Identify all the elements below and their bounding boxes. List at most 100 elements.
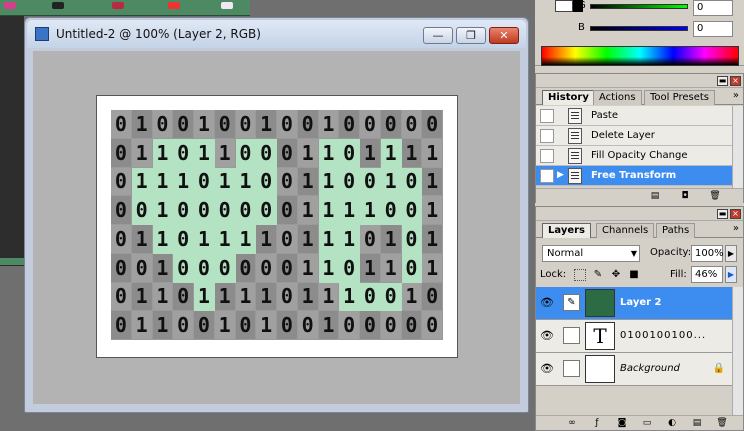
snapshot-source-box[interactable] xyxy=(540,109,554,123)
blend-mode-select[interactable]: Normal ▼ xyxy=(542,245,640,262)
fill-field[interactable]: 46% xyxy=(691,266,723,283)
lock-image-brush-icon[interactable]: ✎ xyxy=(592,269,604,281)
binary-digit-cell: 1 xyxy=(360,138,381,168)
history-item[interactable]: Fill Opacity Change xyxy=(536,146,733,166)
binary-digit-cell: 0 xyxy=(214,253,236,283)
opacity-field[interactable]: 100% xyxy=(691,245,724,262)
panel-menu-icon[interactable]: » xyxy=(733,90,739,101)
panel-minimize-icon[interactable]: ▬ xyxy=(717,209,728,219)
layer-style-icon[interactable]: ƒ xyxy=(591,418,603,428)
panel-close-icon[interactable]: × xyxy=(730,209,741,219)
link-layers-icon[interactable]: ∞ xyxy=(566,418,578,428)
panel-close-icon[interactable]: × xyxy=(730,76,741,86)
tab-history[interactable]: History xyxy=(542,90,595,105)
canvas-area[interactable]: 0100100100100000011011000110111101110110… xyxy=(33,51,520,404)
fill-slider-button[interactable]: ▶ xyxy=(725,266,737,283)
tab-actions[interactable]: Actions xyxy=(593,90,642,105)
binary-digit-cell: 0 xyxy=(131,196,153,225)
trash-icon[interactable]: 🗑 xyxy=(716,418,728,428)
close-button[interactable]: ✕ xyxy=(489,27,519,44)
adjustment-layer-icon[interactable]: ◐ xyxy=(666,418,678,428)
trash-icon[interactable]: 🗑 xyxy=(709,191,721,201)
eye-icon[interactable]: 👁 xyxy=(540,329,554,342)
binary-digit-cell: 1 xyxy=(422,253,443,283)
link-box[interactable] xyxy=(563,360,580,377)
layer-thumbnail xyxy=(585,355,615,383)
binary-digit-cell: 1 xyxy=(297,282,319,312)
lock-position-icon[interactable]: ✥ xyxy=(610,269,622,281)
binary-digit-cell: 0 xyxy=(194,311,215,340)
panel-header: ▬ × xyxy=(536,74,743,88)
blue-slider[interactable] xyxy=(590,26,688,31)
binary-digit-cell: 1 xyxy=(214,282,236,312)
green-value-field[interactable]: 0 xyxy=(693,0,733,16)
new-group-icon[interactable]: ▭ xyxy=(641,418,653,428)
binary-digit-cell: 1 xyxy=(214,311,236,340)
opacity-slider-button[interactable]: ▶ xyxy=(725,245,737,262)
binary-digit-cell: 0 xyxy=(131,253,153,283)
layers-footer: ∞ ƒ ◙ ▭ ◐ ▤ 🗑 xyxy=(536,415,743,430)
snapshot-source-box[interactable] xyxy=(540,169,554,183)
layer-name[interactable]: 0100100100... xyxy=(620,330,706,341)
panel-minimize-icon[interactable]: ▬ xyxy=(717,76,728,86)
eye-icon[interactable]: 👁 xyxy=(540,296,554,309)
layer-row[interactable]: 👁 ✎ Layer 2 xyxy=(536,287,733,320)
restore-button[interactable]: ❐ xyxy=(456,27,486,44)
binary-digit-cell: 0 xyxy=(256,138,277,168)
history-item-selected[interactable]: ▶ Free Transform xyxy=(536,166,733,186)
layer-row[interactable]: 👁 Background 🔒 xyxy=(536,353,733,386)
binary-digit-cell: 1 xyxy=(194,282,215,312)
binary-digit-cell: 0 xyxy=(173,138,194,168)
new-snapshot-icon[interactable]: ◘ xyxy=(679,191,691,201)
snapshot-source-box[interactable] xyxy=(540,129,554,143)
lock-all-icon[interactable]: ■ xyxy=(628,269,640,281)
binary-digit-cell: 1 xyxy=(297,167,319,197)
green-slider[interactable] xyxy=(590,4,688,9)
history-item[interactable]: Paste xyxy=(536,106,733,126)
binary-digit-cell: 0 xyxy=(360,311,381,340)
snapshot-source-box[interactable] xyxy=(540,149,554,163)
panel-menu-icon[interactable]: » xyxy=(733,223,739,234)
document-canvas[interactable]: 0100100100100000011011000110111101110110… xyxy=(96,95,458,358)
binary-digit-cell: 1 xyxy=(422,167,443,197)
eye-icon[interactable]: 👁 xyxy=(540,362,554,375)
layer-row[interactable]: 👁 T 0100100100... xyxy=(536,320,733,353)
binary-digit-cell: 0 xyxy=(277,311,298,340)
binary-digit-cell: 0 xyxy=(422,110,443,139)
new-layer-icon[interactable]: ▤ xyxy=(691,418,703,428)
color-spectrum-bar[interactable] xyxy=(541,46,739,66)
layers-scrollbar[interactable] xyxy=(732,287,743,415)
binary-digit-cell: 0 xyxy=(256,196,277,225)
brush-link-icon[interactable]: ✎ xyxy=(563,294,580,311)
layer-name[interactable]: Layer 2 xyxy=(620,297,661,308)
tab-paths[interactable]: Paths xyxy=(656,223,696,238)
binary-digit-cell: 0 xyxy=(111,282,132,312)
tab-tool-presets[interactable]: Tool Presets xyxy=(644,90,715,105)
lock-transparency-icon[interactable] xyxy=(574,269,586,281)
document-window[interactable]: Untitled-2 @ 100% (Layer 2, RGB) — ❐ ✕ 0… xyxy=(24,17,529,413)
history-item[interactable]: Delete Layer xyxy=(536,126,733,146)
tab-layers[interactable]: Layers xyxy=(542,223,591,238)
binary-digit-cell: 0 xyxy=(339,253,360,283)
tab-channels[interactable]: Channels xyxy=(596,223,655,238)
link-box[interactable] xyxy=(563,327,580,344)
binary-digit-cell: 0 xyxy=(339,138,360,168)
minimize-button[interactable]: — xyxy=(423,27,453,44)
history-state-icon xyxy=(568,108,582,124)
binary-digit-cell: 0 xyxy=(111,253,132,283)
layer-mask-icon[interactable]: ◙ xyxy=(616,418,628,428)
binary-digit-cell: 0 xyxy=(173,196,194,225)
blue-value-field[interactable]: 0 xyxy=(693,21,733,37)
binary-digit-cell: 1 xyxy=(131,167,153,197)
document-title-bar[interactable]: Untitled-2 @ 100% (Layer 2, RGB) — ❐ ✕ xyxy=(27,20,526,48)
layer-name[interactable]: Background xyxy=(620,363,680,374)
history-scrollbar[interactable] xyxy=(732,106,743,188)
binary-digit-cell: 0 xyxy=(277,138,298,168)
history-item-label: Delete Layer xyxy=(591,130,655,141)
swatch-icon xyxy=(4,2,16,9)
binary-digit-cell: 1 xyxy=(152,225,174,254)
binary-digit-cell: 0 xyxy=(111,138,132,168)
binary-digit-cell: 1 xyxy=(401,138,423,168)
background-color-swatch[interactable] xyxy=(555,0,573,12)
new-document-from-state-icon[interactable]: ▤ xyxy=(649,191,661,201)
